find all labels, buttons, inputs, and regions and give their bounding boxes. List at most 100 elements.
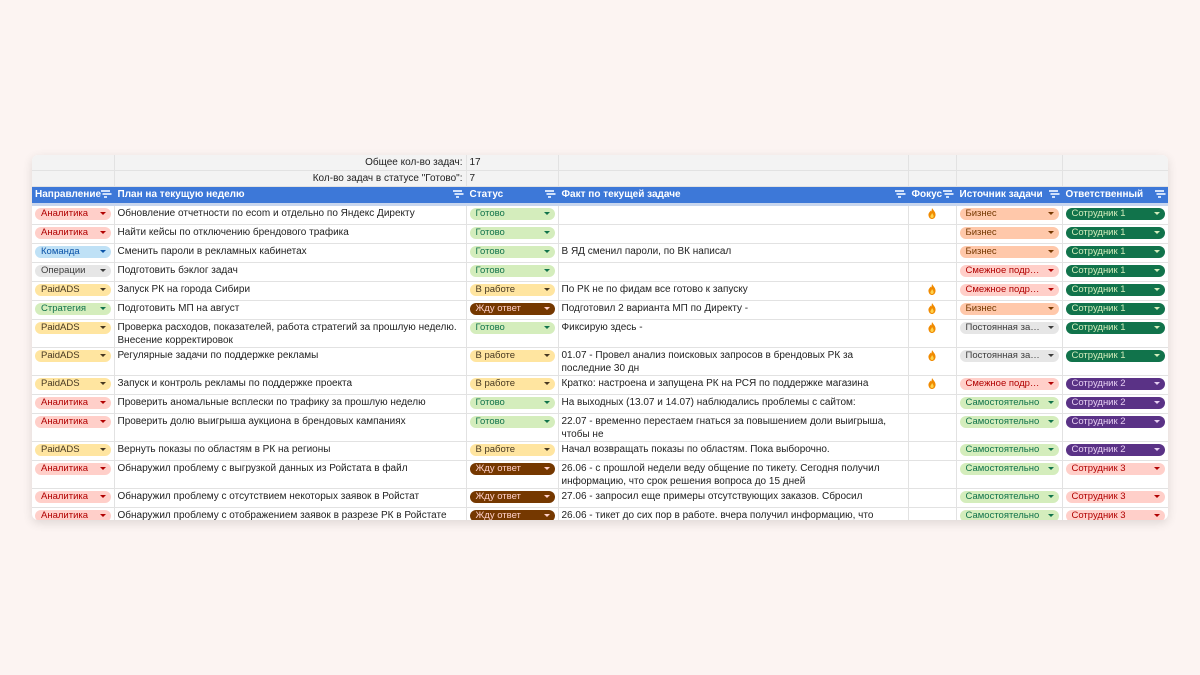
focus-cell[interactable]	[908, 394, 957, 414]
direction-dropdown[interactable]: PaidADS	[35, 322, 111, 334]
source-cell[interactable]: Самостоятельно	[956, 488, 1063, 508]
fact-cell[interactable]	[558, 204, 909, 225]
focus-cell[interactable]	[908, 460, 957, 489]
status-cell[interactable]: Готово	[466, 394, 559, 414]
direction-dropdown[interactable]: Аналитика	[35, 397, 111, 409]
owner-cell[interactable]: Сотрудник 2	[1062, 394, 1168, 414]
owner-cell[interactable]: Сотрудник 1	[1062, 262, 1168, 282]
focus-cell[interactable]	[908, 413, 957, 442]
plan-cell[interactable]: Проверка расходов, показателей, работа с…	[114, 319, 467, 348]
owner-dropdown[interactable]: Сотрудник 1	[1065, 284, 1165, 296]
direction-dropdown[interactable]: Стратегия	[35, 303, 111, 315]
status-cell[interactable]: В работе	[466, 281, 559, 301]
filter-icon[interactable]	[100, 189, 110, 198]
status-dropdown[interactable]: В работе	[469, 350, 555, 362]
source-cell[interactable]: Бизнес	[956, 243, 1063, 263]
header-plan[interactable]: План на текущую неделю	[114, 186, 467, 206]
source-dropdown[interactable]: Постоянная задача	[959, 350, 1059, 362]
source-cell[interactable]: Постоянная задача	[956, 347, 1063, 376]
status-cell[interactable]: В работе	[466, 375, 559, 395]
source-dropdown[interactable]: Постоянная задача	[959, 322, 1059, 334]
status-dropdown[interactable]: Жду ответ	[469, 491, 555, 503]
direction-cell[interactable]: Команда	[32, 243, 115, 263]
fact-cell[interactable]: 01.07 - Провел анализ поисковых запросов…	[558, 347, 909, 376]
plan-cell[interactable]: Обнаружил проблему с отсутствием некотор…	[114, 488, 467, 508]
source-dropdown[interactable]: Смежное подразделение	[959, 284, 1059, 296]
direction-dropdown[interactable]: Команда	[35, 246, 111, 258]
status-dropdown[interactable]: Готово	[469, 246, 555, 258]
fact-cell[interactable]: 26.06 - тикет до сих пор в работе. вчера…	[558, 507, 909, 520]
owner-dropdown[interactable]: Сотрудник 1	[1065, 265, 1165, 277]
done-value[interactable]: 7	[466, 170, 559, 187]
owner-dropdown[interactable]: Сотрудник 3	[1065, 510, 1165, 520]
direction-cell[interactable]: Операции	[32, 262, 115, 282]
owner-cell[interactable]: Сотрудник 3	[1062, 460, 1168, 489]
source-dropdown[interactable]: Бизнес	[959, 303, 1059, 315]
plan-cell[interactable]: Проверить долю выигрыша аукциона в бренд…	[114, 413, 467, 442]
plan-cell[interactable]: Запуск РК на города Сибири	[114, 281, 467, 301]
source-dropdown[interactable]: Самостоятельно	[959, 416, 1059, 428]
status-dropdown[interactable]: Готово	[469, 208, 555, 220]
direction-cell[interactable]: Аналитика	[32, 413, 115, 442]
status-dropdown[interactable]: Готово	[469, 227, 555, 239]
focus-cell[interactable]	[908, 204, 957, 225]
direction-dropdown[interactable]: Аналитика	[35, 208, 111, 220]
plan-cell[interactable]: Запуск и контроль рекламы по поддержке п…	[114, 375, 467, 395]
fact-cell[interactable]: Подготовил 2 варианта МП по Директу -	[558, 300, 909, 320]
status-dropdown[interactable]: Жду ответ	[469, 463, 555, 475]
direction-dropdown[interactable]: PaidADS	[35, 284, 111, 296]
owner-cell[interactable]: Сотрудник 1	[1062, 347, 1168, 376]
source-cell[interactable]: Смежное подразделение	[956, 281, 1063, 301]
direction-cell[interactable]: Аналитика	[32, 460, 115, 489]
source-cell[interactable]: Бизнес	[956, 224, 1063, 244]
header-status[interactable]: Статус	[466, 186, 559, 206]
fact-cell[interactable]	[558, 224, 909, 244]
header-direction[interactable]: Направление	[32, 186, 115, 206]
owner-cell[interactable]: Сотрудник 2	[1062, 413, 1168, 442]
direction-cell[interactable]: PaidADS	[32, 281, 115, 301]
focus-cell[interactable]	[908, 224, 957, 244]
fact-cell[interactable]	[558, 262, 909, 282]
status-cell[interactable]: Готово	[466, 243, 559, 263]
owner-cell[interactable]: Сотрудник 1	[1062, 319, 1168, 348]
plan-cell[interactable]: Найти кейсы по отключению брендового тра…	[114, 224, 467, 244]
focus-cell[interactable]	[908, 300, 957, 320]
focus-cell[interactable]	[908, 262, 957, 282]
fact-cell[interactable]: Начал возвращать показы по областям. Пок…	[558, 441, 909, 461]
header-source[interactable]: Источник задачи	[956, 186, 1063, 206]
focus-cell[interactable]	[908, 488, 957, 508]
plan-cell[interactable]: Обнаружил проблему с выгрузкой данных из…	[114, 460, 467, 489]
source-cell[interactable]: Самостоятельно	[956, 460, 1063, 489]
source-dropdown[interactable]: Смежное подразделение	[959, 265, 1059, 277]
source-dropdown[interactable]: Самостоятельно	[959, 510, 1059, 520]
direction-cell[interactable]: PaidADS	[32, 347, 115, 376]
status-cell[interactable]: Готово	[466, 413, 559, 442]
filter-icon[interactable]	[544, 189, 554, 198]
source-cell[interactable]: Самостоятельно	[956, 413, 1063, 442]
plan-cell[interactable]: Подготовить МП на август	[114, 300, 467, 320]
header-focus[interactable]: Фокус	[908, 186, 957, 206]
direction-dropdown[interactable]: Аналитика	[35, 510, 111, 520]
owner-dropdown[interactable]: Сотрудник 1	[1065, 227, 1165, 239]
source-cell[interactable]: Постоянная задача	[956, 319, 1063, 348]
plan-cell[interactable]: Обновление отчетности по ecom и отдельно…	[114, 204, 467, 225]
source-dropdown[interactable]: Самостоятельно	[959, 444, 1059, 456]
status-dropdown[interactable]: Готово	[469, 416, 555, 428]
owner-dropdown[interactable]: Сотрудник 2	[1065, 416, 1165, 428]
status-dropdown[interactable]: В работе	[469, 378, 555, 390]
filter-icon[interactable]	[452, 189, 462, 198]
status-cell[interactable]: В работе	[466, 347, 559, 376]
status-cell[interactable]: Готово	[466, 319, 559, 348]
status-cell[interactable]: Жду ответ	[466, 460, 559, 489]
status-cell[interactable]: Жду ответ	[466, 488, 559, 508]
filter-icon[interactable]	[1048, 189, 1058, 198]
direction-dropdown[interactable]: Аналитика	[35, 463, 111, 475]
owner-cell[interactable]: Сотрудник 2	[1062, 375, 1168, 395]
status-dropdown[interactable]: Готово	[469, 397, 555, 409]
source-cell[interactable]: Самостоятельно	[956, 441, 1063, 461]
fact-cell[interactable]: 27.06 - запросил еще примеры отсутствующ…	[558, 488, 909, 508]
plan-cell[interactable]: Сменить пароли в рекламных кабинетах	[114, 243, 467, 263]
owner-cell[interactable]: Сотрудник 1	[1062, 281, 1168, 301]
owner-dropdown[interactable]: Сотрудник 3	[1065, 491, 1165, 503]
plan-cell[interactable]: Проверить аномальные всплески по трафику…	[114, 394, 467, 414]
